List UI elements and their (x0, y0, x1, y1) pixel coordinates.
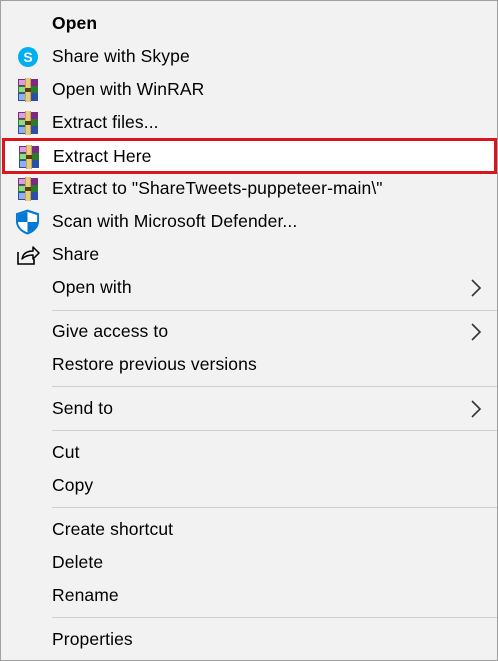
svg-text:S: S (23, 49, 32, 65)
menu-item-label: Give access to (52, 321, 169, 341)
winrar-icon (15, 77, 40, 102)
menu-item-delete[interactable]: Delete (1, 546, 497, 579)
menu-item-create-shortcut[interactable]: Create shortcut (1, 513, 497, 546)
chevron-right-icon (471, 323, 482, 341)
menu-item-label: Share with Skype (52, 46, 190, 66)
menu-separator (52, 310, 497, 311)
chevron-right-icon (471, 279, 482, 297)
menu-item-rename[interactable]: Rename (1, 579, 497, 612)
winrar-icon (15, 110, 40, 135)
menu-item-cut[interactable]: Cut (1, 436, 497, 469)
share-icon (15, 242, 40, 267)
menu-item-label: Rename (52, 585, 119, 605)
menu-item-label: Restore previous versions (52, 354, 257, 374)
skype-icon: S (15, 44, 40, 69)
menu-item-scan-with-defender[interactable]: Scan with Microsoft Defender... (1, 205, 497, 238)
winrar-icon (16, 144, 41, 169)
menu-item-label: Share (52, 244, 100, 264)
menu-item-share-with-skype[interactable]: S Share with Skype (1, 40, 497, 73)
winrar-icon (15, 176, 40, 201)
menu-item-give-access-to[interactable]: Give access to (1, 315, 497, 348)
menu-item-label: Open (52, 13, 98, 33)
chevron-right-icon (471, 400, 482, 418)
menu-item-label: Extract files... (52, 112, 159, 132)
menu-item-copy[interactable]: Copy (1, 469, 497, 502)
menu-item-extract-to-folder[interactable]: Extract to "ShareTweets-puppeteer-main\" (1, 172, 497, 205)
menu-item-extract-here[interactable]: Extract Here (2, 138, 497, 174)
menu-item-share[interactable]: Share (1, 238, 497, 271)
menu-item-label: Open with WinRAR (52, 79, 205, 99)
menu-item-restore-previous-versions[interactable]: Restore previous versions (1, 348, 497, 381)
menu-item-label: Create shortcut (52, 519, 174, 539)
context-menu: Open S Share with Skype Open with WinRAR… (0, 0, 498, 661)
menu-item-label: Delete (52, 552, 104, 572)
menu-item-label: Extract to "ShareTweets-puppeteer-main\" (52, 178, 383, 198)
menu-item-label: Cut (52, 442, 80, 462)
menu-separator (52, 617, 497, 618)
menu-item-send-to[interactable]: Send to (1, 392, 497, 425)
menu-item-label: Open with (52, 277, 132, 297)
defender-shield-icon (15, 209, 40, 234)
menu-item-label: Extract Here (53, 145, 152, 166)
menu-item-label: Properties (52, 629, 133, 649)
menu-item-open-with-winrar[interactable]: Open with WinRAR (1, 73, 497, 106)
menu-item-label: Scan with Microsoft Defender... (52, 211, 298, 231)
menu-separator (52, 507, 497, 508)
menu-item-extract-files[interactable]: Extract files... (1, 106, 497, 139)
menu-separator (52, 430, 497, 431)
menu-item-label: Copy (52, 475, 94, 495)
menu-item-label: Send to (52, 398, 114, 418)
menu-item-open[interactable]: Open (1, 7, 497, 40)
menu-item-properties[interactable]: Properties (1, 623, 497, 656)
menu-separator (52, 386, 497, 387)
menu-item-open-with[interactable]: Open with (1, 271, 497, 304)
